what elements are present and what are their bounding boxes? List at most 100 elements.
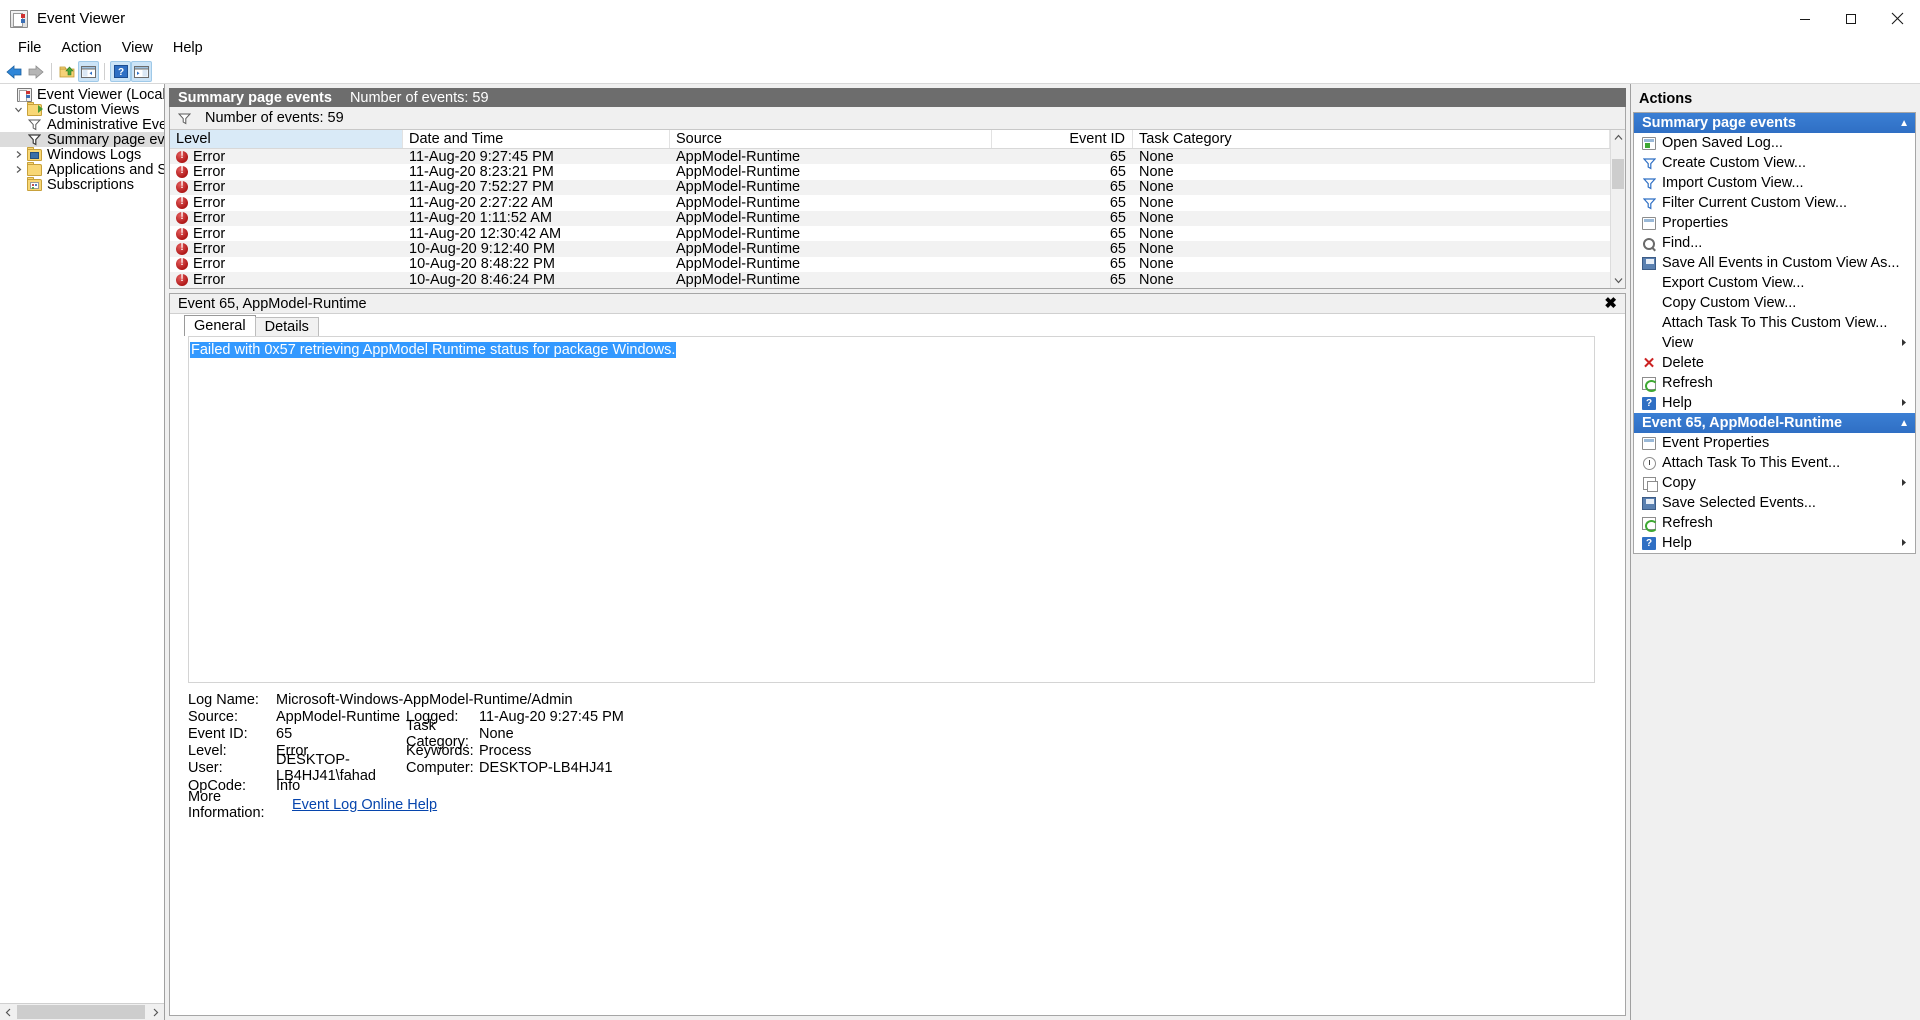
tree-item-applications-and-services-logs[interactable]: Applications and Services Lo: [0, 161, 164, 178]
column-header-task-category[interactable]: Task Category: [1133, 130, 1610, 148]
tree-horizontal-scrollbar[interactable]: [0, 1003, 164, 1020]
table-row[interactable]: Error 11-Aug-20 8:23:21 PM AppModel-Runtim…: [170, 164, 1610, 180]
open-log-icon: [1642, 136, 1656, 150]
action-item[interactable]: Refresh: [1634, 373, 1915, 393]
table-row[interactable]: Error 10-Aug-20 9:12:40 PM AppModel-Runtim…: [170, 241, 1610, 257]
tree-item-label: Applications and Services Lo: [47, 161, 164, 178]
action-icon-slot: [1640, 177, 1658, 190]
help-icon[interactable]: ?: [110, 61, 131, 82]
scroll-right-arrow-icon[interactable]: [147, 1004, 164, 1020]
collapse-icon[interactable]: ▲: [1899, 118, 1909, 129]
cell-level-text: Error: [193, 210, 226, 226]
action-item[interactable]: ? Help: [1634, 393, 1915, 413]
cell-date-and-time: 11-Aug-20 7:52:27 PM: [409, 179, 554, 196]
close-icon[interactable]: ✖: [1604, 296, 1617, 311]
maximize-button[interactable]: [1828, 0, 1874, 37]
center-pane: Summary page events Number of events: 59…: [165, 84, 1630, 1020]
scroll-left-arrow-icon[interactable]: [0, 1004, 17, 1020]
column-header-date-and-time[interactable]: Date and Time: [403, 130, 670, 148]
cell-source: AppModel-Runtime: [676, 225, 801, 242]
scroll-track[interactable]: [1611, 145, 1625, 273]
action-item-label: Import Custom View...: [1662, 175, 1804, 191]
action-item[interactable]: Copy: [1634, 473, 1915, 493]
field-value-2: Process: [479, 743, 532, 760]
funnel-icon: [1642, 177, 1656, 190]
action-icon-slot: ✕: [1640, 356, 1658, 371]
action-item[interactable]: Copy Custom View...: [1634, 293, 1915, 313]
menu-help[interactable]: Help: [163, 37, 213, 60]
event-message-box[interactable]: Failed with 0x57 retrieving AppModel Run…: [188, 336, 1595, 683]
save-icon: [1642, 256, 1656, 270]
action-item-label: Attach Task To This Custom View...: [1662, 315, 1888, 331]
tree-item-windows-logs[interactable]: Windows Logs: [0, 146, 164, 163]
back-arrow-icon[interactable]: [4, 61, 25, 82]
tab-details[interactable]: Details: [254, 317, 319, 336]
tree-item-custom-views[interactable]: Custom Views: [0, 101, 164, 118]
folder-green-icon: [26, 101, 43, 116]
copy-icon: [1642, 476, 1658, 492]
action-item[interactable]: Filter Current Custom View...: [1634, 193, 1915, 213]
table-row[interactable]: Error 10-Aug-20 8:48:22 PM AppModel-Runtim…: [170, 257, 1610, 272]
column-header-event-id[interactable]: Event ID: [992, 130, 1133, 148]
field-value: AppModel-Runtime: [276, 708, 401, 725]
column-header-level[interactable]: Level: [170, 130, 403, 148]
funnel-icon: [1642, 197, 1656, 210]
action-item[interactable]: Save Selected Events...: [1634, 493, 1915, 513]
table-row[interactable]: Error 11-Aug-20 7:52:27 PM AppModel-Runtim…: [170, 179, 1610, 196]
event-log-online-help-link[interactable]: Event Log Online Help: [292, 797, 437, 813]
table-row[interactable]: Error 11-Aug-20 1:11:52 AM AppModel-Runtim…: [170, 210, 1610, 226]
action-item[interactable]: View: [1634, 333, 1915, 353]
action-item[interactable]: Open Saved Log...: [1634, 133, 1915, 153]
scroll-thumb[interactable]: [1612, 159, 1624, 189]
action-item[interactable]: Refresh: [1634, 513, 1915, 533]
forward-arrow-icon[interactable]: [25, 61, 46, 82]
events-vertical-scrollbar[interactable]: [1610, 130, 1625, 288]
table-row[interactable]: Error 11-Aug-20 2:27:22 AM AppModel-Runtim…: [170, 195, 1610, 211]
action-item[interactable]: Properties: [1634, 213, 1915, 233]
action-item[interactable]: Attach Task To This Custom View...: [1634, 313, 1915, 333]
more-information-label: More Information:: [188, 788, 265, 821]
tree-item-root[interactable]: Event Viewer (Local): [0, 87, 164, 103]
detail-tabs: General Details: [170, 314, 1625, 336]
chevron-right-icon[interactable]: [10, 165, 26, 174]
table-row[interactable]: Error 11-Aug-20 12:30:42 AM AppModel-Runti…: [170, 226, 1610, 241]
scroll-down-arrow-icon[interactable]: [1611, 273, 1625, 288]
menu-file[interactable]: File: [8, 37, 51, 60]
close-button[interactable]: [1874, 0, 1920, 37]
up-folder-icon[interactable]: [57, 61, 78, 82]
chevron-down-icon[interactable]: [10, 105, 26, 114]
tab-general[interactable]: General: [184, 315, 256, 336]
minimize-button[interactable]: [1782, 0, 1828, 37]
action-item[interactable]: Save All Events in Custom View As...: [1634, 253, 1915, 273]
table-row[interactable]: Error 11-Aug-20 9:27:45 PM AppModel-Runtim…: [170, 149, 1610, 165]
scroll-up-arrow-icon[interactable]: [1611, 130, 1625, 145]
action-item[interactable]: Create Custom View...: [1634, 153, 1915, 173]
show-hide-tree-icon[interactable]: [78, 61, 99, 82]
cell-source: AppModel-Runtime: [676, 256, 801, 273]
action-item[interactable]: ? Help: [1634, 533, 1915, 553]
menu-action[interactable]: Action: [51, 37, 111, 60]
table-row[interactable]: Error 10-Aug-20 8:46:24 PM AppModel-Runtim…: [170, 272, 1610, 288]
actions-section-header[interactable]: Event 65, AppModel-Runtime ▲: [1634, 413, 1915, 433]
action-item[interactable]: Export Custom View...: [1634, 273, 1915, 293]
tree-item-subscriptions[interactable]: Subscriptions: [0, 176, 164, 193]
action-item[interactable]: Import Custom View...: [1634, 173, 1915, 193]
show-hide-action-pane-icon[interactable]: [131, 61, 152, 82]
actions-section-header[interactable]: Summary page events ▲: [1634, 113, 1915, 133]
scroll-thumb[interactable]: [17, 1004, 145, 1019]
collapse-icon[interactable]: ▲: [1899, 418, 1909, 429]
filter-row[interactable]: Number of events: 59: [170, 107, 1625, 130]
action-item[interactable]: ✕ Delete: [1634, 353, 1915, 373]
action-item[interactable]: Attach Task To This Event...: [1634, 453, 1915, 473]
action-icon-slot: [1640, 216, 1658, 230]
chevron-right-icon[interactable]: [10, 150, 26, 159]
action-item[interactable]: Event Properties: [1634, 433, 1915, 453]
tree-item-administrative-events[interactable]: Administrative Events: [0, 117, 164, 133]
scroll-track[interactable]: [17, 1003, 147, 1020]
cell-date-and-time: 11-Aug-20 1:11:52 AM: [409, 210, 552, 226]
menu-view[interactable]: View: [112, 37, 163, 60]
error-icon: [176, 257, 188, 271]
action-item[interactable]: Find...: [1634, 233, 1915, 253]
tree-item-summary-page-events[interactable]: Summary page events: [0, 132, 164, 148]
column-header-source[interactable]: Source: [670, 130, 992, 148]
